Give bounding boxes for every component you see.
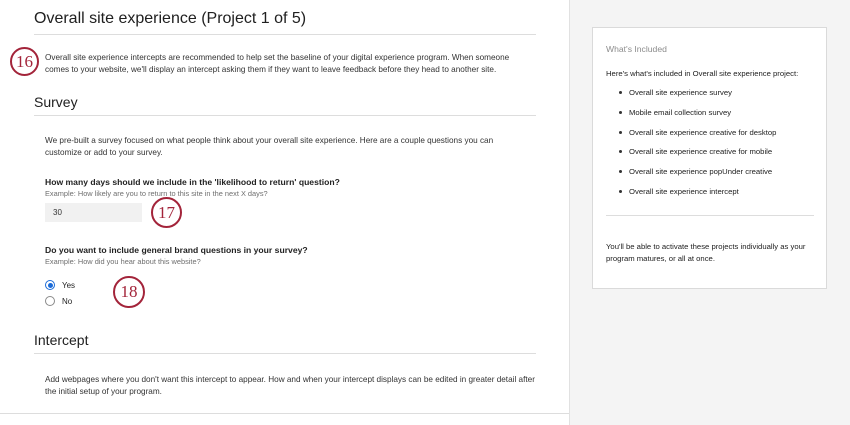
radio-yes-button[interactable] xyxy=(45,280,55,290)
list-item: Overall site experience popUnder creativ… xyxy=(606,167,776,187)
survey-heading: Survey xyxy=(34,94,78,110)
list-item: Overall site experience creative for mob… xyxy=(606,147,776,167)
list-item: Overall site experience creative for des… xyxy=(606,128,776,148)
list-item: Overall site experience survey xyxy=(606,88,776,108)
callout-badge-16: 16 xyxy=(10,47,39,76)
card-divider xyxy=(606,215,814,216)
days-input[interactable]: 30 xyxy=(45,203,142,222)
whats-included-card: What's Included Here's what's included i… xyxy=(592,27,827,289)
card-note: You'll be able to activate these project… xyxy=(606,242,806,263)
page-title: Overall site experience (Project 1 of 5) xyxy=(34,10,307,27)
bottom-divider xyxy=(0,413,569,414)
radio-no-label: No xyxy=(62,296,73,306)
intercept-divider xyxy=(34,353,536,354)
intercept-heading: Intercept xyxy=(34,332,89,348)
question-days-title: How many days should we include in the '… xyxy=(45,177,340,187)
callout-badge-17: 17 xyxy=(151,197,182,228)
survey-divider xyxy=(34,115,536,116)
radio-option-no[interactable]: No xyxy=(45,296,72,306)
intro-text: Overall site experience intercepts are r… xyxy=(45,53,510,74)
card-title: What's Included xyxy=(606,44,667,54)
question-brand-title: Do you want to include general brand que… xyxy=(45,245,308,255)
main-content: Overall site experience (Project 1 of 5)… xyxy=(0,0,569,425)
intercept-description: Add webpages where you don't want this i… xyxy=(45,375,535,396)
card-intro: Here's what's included in Overall site e… xyxy=(606,69,799,78)
list-item: Overall site experience intercept xyxy=(606,187,776,207)
callout-badge-18: 18 xyxy=(113,276,145,308)
question-days-example: Example: How likely are you to return to… xyxy=(45,189,268,198)
radio-yes-label: Yes xyxy=(62,280,76,290)
radio-no-button[interactable] xyxy=(45,296,55,306)
included-list: Overall site experience survey Mobile em… xyxy=(606,88,776,207)
radio-option-yes[interactable]: Yes xyxy=(45,280,75,290)
list-item: Mobile email collection survey xyxy=(606,108,776,128)
title-divider xyxy=(34,34,536,35)
question-brand-example: Example: How did you hear about this web… xyxy=(45,257,201,266)
survey-description: We pre-built a survey focused on what pe… xyxy=(45,136,494,157)
